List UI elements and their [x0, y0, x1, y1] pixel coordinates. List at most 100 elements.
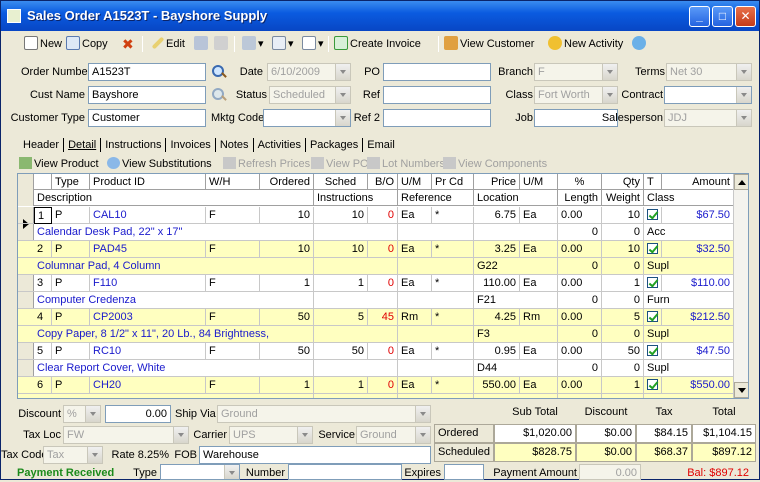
grid-cell-ref[interactable] — [398, 292, 474, 309]
table-row[interactable]: 4 P CP2003 F 50 5 45 Rm * 4.25 Rm 0.00 5 $212.50 — [18, 309, 734, 326]
grid-cell-amount[interactable]: $47.50 — [662, 343, 734, 360]
undo-button[interactable] — [214, 35, 230, 53]
col-weight[interactable]: Weight — [602, 190, 644, 206]
chevron-down-icon[interactable] — [85, 406, 100, 422]
grid-cell-desc[interactable] — [34, 394, 314, 398]
grid-cell-pum[interactable]: Ea — [520, 377, 558, 394]
refresh-prices-button[interactable]: Refresh Prices — [223, 156, 310, 172]
tab-instructions[interactable]: Instructions — [101, 138, 167, 152]
grid-cell-class[interactable]: Supl — [644, 258, 734, 275]
grid-cell-price[interactable]: 4.25 — [474, 309, 520, 326]
edit-doc-button[interactable]: ▾ — [272, 35, 294, 53]
grid-cell-wh[interactable]: F — [206, 309, 260, 326]
table-row-detail[interactable]: Columnar Pad, 4 Column G22 0 0 Supl — [18, 258, 734, 275]
grid-cell-prcd[interactable]: * — [432, 343, 474, 360]
chevron-down-icon[interactable] — [335, 110, 350, 126]
grid-cell-chk[interactable] — [644, 207, 662, 224]
grid-cell-weight[interactable]: 0 — [602, 360, 644, 377]
order-number-input[interactable]: A1523T — [88, 63, 206, 81]
grid-cell-chk[interactable] — [644, 241, 662, 258]
delete-x-icon[interactable]: ✖ — [122, 35, 134, 53]
payment-type-select[interactable] — [160, 464, 240, 480]
tab-notes[interactable]: Notes — [216, 138, 254, 152]
grid-cell-class[interactable]: Acc — [644, 224, 734, 241]
table-row-detail[interactable]: Clear Report Cover, White D44 0 0 Supl — [18, 360, 734, 377]
grid-cell-chk[interactable] — [644, 309, 662, 326]
grid-cell-ordered[interactable]: 50 — [260, 309, 314, 326]
grid-cell-class[interactable]: Furn — [644, 292, 734, 309]
status-input[interactable]: Scheduled — [269, 86, 351, 104]
grid-cell-type[interactable]: P — [52, 275, 90, 292]
grid-cell-sched[interactable]: 1 — [314, 275, 368, 292]
col-price-um[interactable]: U/M — [520, 174, 558, 190]
view-substitutions-button[interactable]: View Substitutions — [107, 156, 212, 172]
chevron-down-icon[interactable] — [736, 110, 751, 126]
grid-cell-instr[interactable] — [314, 360, 398, 377]
grid-cell-location[interactable]: F3 — [474, 326, 558, 343]
maximize-button[interactable]: □ — [712, 6, 733, 27]
grid-cell-prcd[interactable]: * — [432, 275, 474, 292]
grid-cell-sched[interactable]: 1 — [314, 377, 368, 394]
grid-cell-sched[interactable]: 10 — [314, 241, 368, 258]
grid-cell-pum[interactable]: Ea — [520, 241, 558, 258]
checkbox-checked-icon[interactable] — [647, 311, 658, 322]
grid-cell-prcd[interactable]: * — [432, 241, 474, 258]
col-sched[interactable]: Sched — [314, 174, 368, 190]
chevron-down-icon[interactable] — [335, 87, 350, 103]
grid-cell-bo[interactable]: 0 — [368, 241, 398, 258]
discount-type-select[interactable]: % — [63, 405, 101, 423]
grid-cell-um[interactable]: Rm — [398, 309, 432, 326]
grid-cell-instr[interactable] — [314, 326, 398, 343]
chevron-down-icon[interactable] — [335, 64, 350, 80]
class-input[interactable]: Fort Worth — [534, 86, 618, 104]
grid-cell-bo[interactable]: 0 — [368, 275, 398, 292]
table-row[interactable]: 3 P F110 F 1 1 0 Ea * 110.00 Ea 0.00 1 $110.00 — [18, 275, 734, 292]
grid-cell-location[interactable]: D44 — [474, 360, 558, 377]
chevron-down-icon[interactable] — [87, 447, 102, 463]
grid-cell-price[interactable]: 3.25 — [474, 241, 520, 258]
edit-button[interactable]: Edit — [150, 35, 185, 53]
table-row[interactable]: 6 P CH20 F 1 1 0 Ea * 550.00 Ea 0.00 1 $550.00 — [18, 377, 734, 394]
view-po-button[interactable]: View PO — [311, 156, 369, 172]
grid-cell-price[interactable]: 0.95 — [474, 343, 520, 360]
checkbox-checked-icon[interactable] — [647, 379, 658, 390]
grid-cell-pum[interactable]: Rm — [520, 309, 558, 326]
grid-cell-pct[interactable]: 0.00 — [558, 207, 602, 224]
grid-cell-bo[interactable]: 45 — [368, 309, 398, 326]
branch-input[interactable]: F — [534, 63, 618, 81]
create-invoice-button[interactable]: Create Invoice — [334, 35, 421, 53]
scroll-down-arrow-icon[interactable] — [734, 382, 748, 398]
grid-cell-price[interactable]: 110.00 — [474, 275, 520, 292]
order-lookup-search-icon[interactable] — [210, 63, 228, 81]
col-description[interactable]: Description — [34, 190, 314, 206]
checkbox-checked-icon[interactable] — [647, 345, 658, 356]
grid-cell-amount[interactable]: $110.00 — [662, 275, 734, 292]
tab-detail[interactable]: Detail — [64, 138, 102, 152]
grid-cell-amount[interactable]: $212.50 — [662, 309, 734, 326]
grid-cell-location[interactable] — [474, 394, 558, 398]
grid-cell-length[interactable]: 0 — [558, 292, 602, 309]
chevron-down-icon[interactable] — [415, 406, 430, 422]
grid-cell-instr[interactable] — [314, 258, 398, 275]
fob-input[interactable]: Warehouse — [199, 446, 431, 464]
grid-cell-instr[interactable] — [314, 224, 398, 241]
chevron-down-icon[interactable] — [602, 64, 617, 80]
grid-cell-weight[interactable]: 0 — [602, 224, 644, 241]
lot-numbers-button[interactable]: Lot Numbers — [367, 156, 445, 172]
cust-name-input[interactable]: Bayshore — [88, 86, 206, 104]
grid-cell-chk[interactable] — [644, 343, 662, 360]
po-input[interactable] — [383, 63, 491, 81]
grid-cell-wh[interactable]: F — [206, 275, 260, 292]
chevron-down-icon[interactable] — [415, 427, 430, 443]
grid-cell-pct[interactable]: 0.00 — [558, 377, 602, 394]
mktg-code-input[interactable] — [263, 109, 351, 127]
grid-cell-product[interactable]: PAD45 — [90, 241, 206, 258]
col-um[interactable]: U/M — [398, 174, 432, 190]
payment-number-input[interactable] — [288, 464, 402, 480]
col-prcd[interactable]: Pr Cd — [432, 174, 474, 190]
col-price[interactable]: Price — [474, 174, 520, 190]
grid-cell-prcd[interactable]: * — [432, 207, 474, 224]
grid-cell-ordered[interactable]: 1 — [260, 275, 314, 292]
tab-email[interactable]: Email — [363, 138, 399, 152]
col-ordered[interactable]: Ordered — [260, 174, 314, 190]
